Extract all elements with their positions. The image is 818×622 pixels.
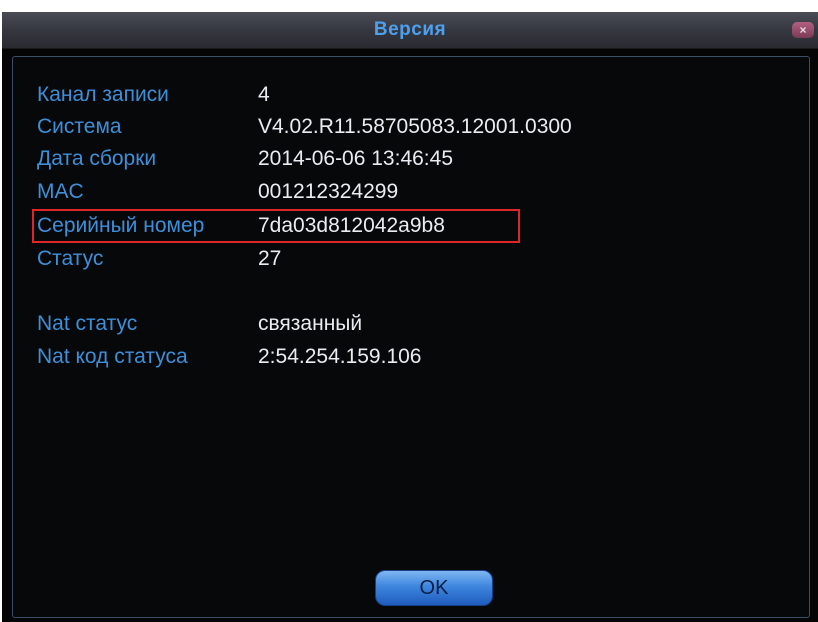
info-value: 001212324299 — [258, 180, 399, 203]
ok-button[interactable]: OK — [375, 570, 493, 606]
window-title: Версия — [373, 19, 447, 40]
close-icon[interactable]: × — [792, 22, 814, 38]
serial-number-highlight — [32, 209, 520, 243]
info-value: 2014-06-06 13:46:45 — [258, 147, 453, 170]
info-label: Nat код статуса — [37, 345, 188, 368]
info-value: 4 — [258, 83, 270, 106]
info-label: Дата сборки — [37, 147, 157, 170]
info-label: MAC — [37, 180, 84, 203]
info-value: 2:54.254.159.106 — [258, 345, 422, 368]
info-value: 27 — [258, 247, 282, 270]
window-titlebar: Версия × — [2, 12, 818, 49]
info-value: V4.02.R11.58705083.12001.0300 — [258, 115, 572, 138]
info-label: Статус — [37, 247, 104, 270]
info-label: Система — [37, 115, 122, 138]
info-label: Nat статус — [37, 312, 138, 335]
dvr-screen: Версия × Канал записи 4 Система V4.02.R1… — [2, 12, 818, 622]
info-value: связанный — [258, 312, 363, 335]
version-info-panel: Канал записи 4 Система V4.02.R11.5870508… — [12, 56, 810, 618]
info-label: Канал записи — [37, 83, 169, 106]
